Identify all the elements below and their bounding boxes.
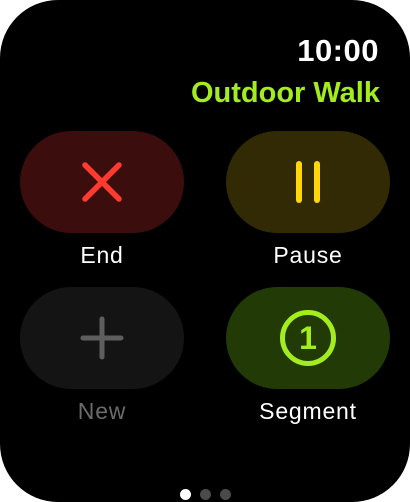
segment-action: 1 Segment (226, 287, 390, 441)
new-action: New (20, 287, 184, 441)
plus-icon (80, 316, 124, 360)
watch-screen: 10:00 Outdoor Walk End Pause New 1 Segme… (0, 0, 410, 502)
page-indicator[interactable] (0, 489, 410, 500)
segment-1-icon: 1 (279, 309, 337, 367)
pause-icon (296, 161, 320, 203)
page-dot-3[interactable] (219, 489, 231, 500)
workout-title: Outdoor Walk (190, 77, 380, 109)
pause-label: Pause (273, 242, 343, 268)
close-x-icon (82, 162, 122, 202)
page-dot-1[interactable] (179, 489, 191, 500)
status-time: 10:00 (297, 33, 379, 68)
page-dot-2[interactable] (199, 489, 211, 500)
new-button[interactable] (20, 287, 184, 389)
segment-button[interactable]: 1 (226, 287, 390, 389)
end-action: End (20, 131, 184, 285)
segment-label: Segment (259, 398, 357, 424)
pause-button[interactable] (226, 131, 390, 233)
end-label: End (80, 242, 124, 268)
new-label: New (77, 398, 127, 424)
end-button[interactable] (20, 131, 184, 233)
pause-action: Pause (226, 131, 390, 285)
segment-number: 1 (299, 319, 317, 356)
